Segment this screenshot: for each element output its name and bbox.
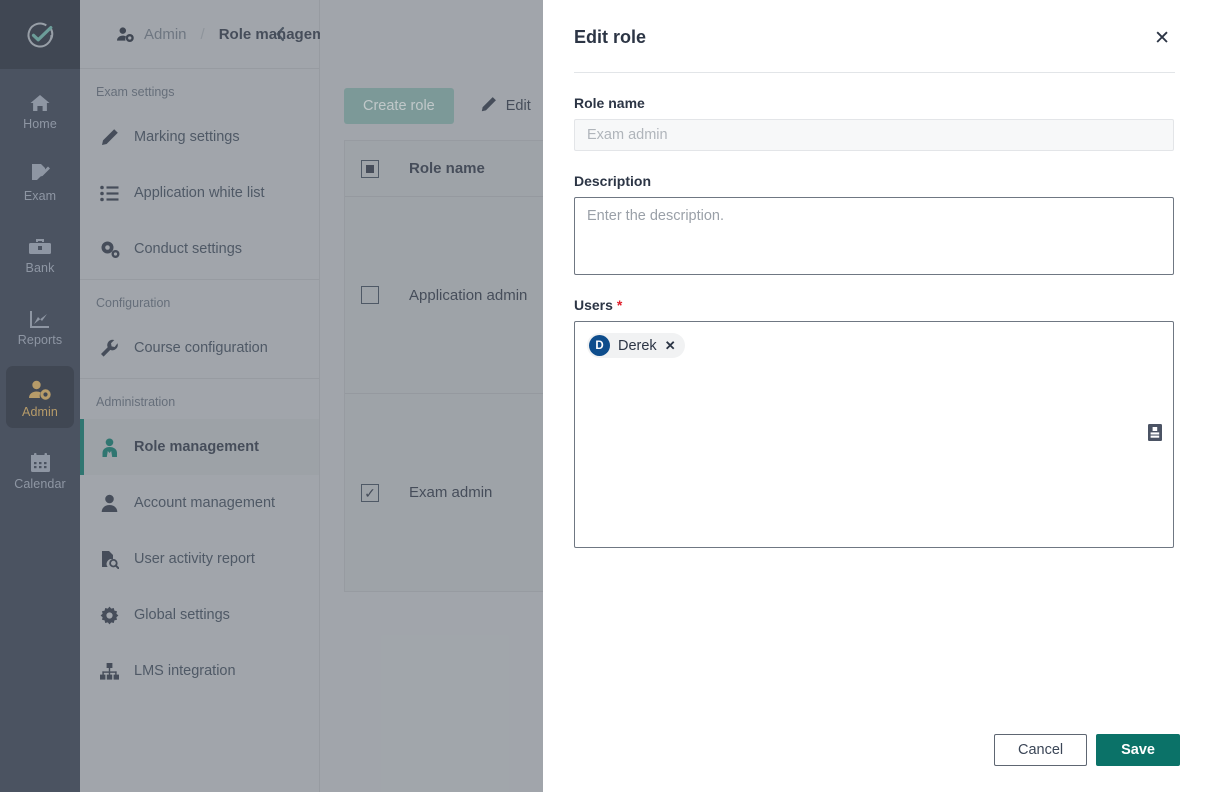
user-chip-label: Derek xyxy=(618,337,657,354)
avatar: D xyxy=(589,335,610,356)
users-label-text: Users xyxy=(574,297,613,313)
description-input[interactable]: Enter the description. xyxy=(574,197,1174,275)
close-icon[interactable]: ✕ xyxy=(1151,27,1173,50)
role-name-input: Exam admin xyxy=(574,119,1174,151)
description-label: Description xyxy=(574,173,652,189)
modal-body: Role name Exam admin Description Enter t… xyxy=(543,73,1206,734)
save-button[interactable]: Save xyxy=(1096,734,1180,766)
modal-header: Edit role ✕ xyxy=(543,0,1206,50)
user-chip[interactable]: D Derek ✕ xyxy=(587,333,685,358)
modal-footer: Cancel Save xyxy=(543,734,1206,792)
users-input[interactable]: D Derek ✕ xyxy=(574,321,1174,548)
cancel-button[interactable]: Cancel xyxy=(993,734,1088,766)
edit-role-modal: Edit role ✕ Role name Exam admin Descrip… xyxy=(543,0,1206,792)
app-root: Home Exam Bank Reports Admin Calendar Ex… xyxy=(0,0,1206,792)
contact-card-icon[interactable] xyxy=(1148,423,1162,446)
role-name-label: Role name xyxy=(574,95,645,111)
users-label: Users * xyxy=(574,297,1175,313)
required-marker: * xyxy=(616,297,623,313)
close-icon[interactable]: ✕ xyxy=(665,338,676,354)
modal-title: Edit role xyxy=(574,27,647,47)
